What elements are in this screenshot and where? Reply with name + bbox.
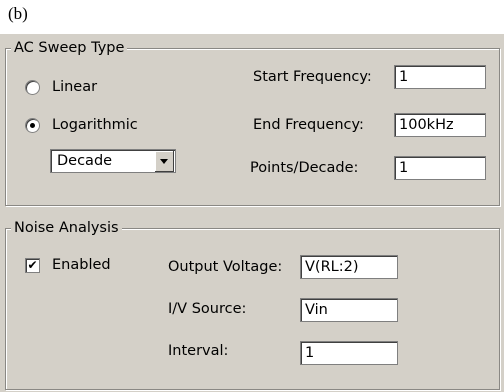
chevron-down-icon[interactable]: [155, 151, 174, 172]
sweep-scale-dropdown[interactable]: Decade: [50, 149, 176, 173]
logarithmic-label: Logarithmic: [52, 117, 138, 133]
figure-caption: (b): [8, 4, 28, 23]
start-frequency-label: Start Frequency:: [253, 69, 372, 85]
points-per-decade-input[interactable]: 1: [394, 156, 486, 180]
end-frequency-input[interactable]: 100kHz: [394, 113, 486, 137]
linear-radio[interactable]: [25, 80, 40, 95]
iv-source-label: I/V Source:: [168, 301, 247, 317]
analysis-setup-panel: AC Sweep Type Linear Logarithmic Decade …: [0, 34, 504, 392]
linear-label: Linear: [52, 79, 98, 95]
start-frequency-input[interactable]: 1: [394, 65, 486, 89]
enabled-checkbox[interactable]: ✔: [25, 258, 40, 273]
ac-sweep-title: AC Sweep Type: [11, 40, 128, 56]
noise-analysis-group: [5, 228, 500, 390]
interval-input[interactable]: 1: [300, 341, 398, 365]
logarithmic-radio[interactable]: [25, 118, 40, 133]
output-voltage-input[interactable]: V(RL:2): [300, 255, 398, 279]
output-voltage-label: Output Voltage:: [168, 259, 283, 275]
sweep-scale-value: Decade: [57, 153, 113, 169]
end-frequency-label: End Frequency:: [253, 117, 364, 133]
interval-label: Interval:: [168, 343, 229, 359]
enabled-label: Enabled: [52, 257, 111, 273]
points-per-decade-label: Points/Decade:: [250, 160, 359, 176]
iv-source-input[interactable]: Vin: [300, 298, 398, 322]
noise-analysis-title: Noise Analysis: [11, 220, 122, 236]
